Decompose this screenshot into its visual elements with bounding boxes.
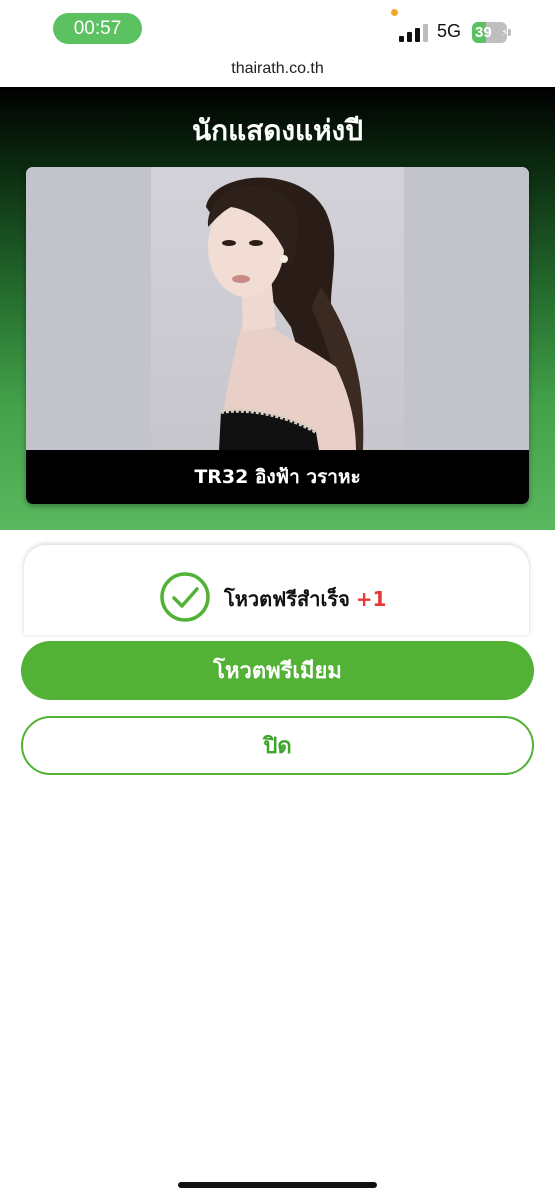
candidate-name: TR32 อิงฟ้า วราหะ	[26, 450, 529, 504]
status-bar: 00:57 5G 39 ⚡	[0, 0, 555, 54]
network-type-label: 5G	[437, 21, 462, 41]
vote-increment: +1	[355, 587, 387, 611]
premium-vote-button[interactable]: โหวตพรีเมียม	[21, 641, 534, 700]
vote-success-message: โหวตฟรีสำเร็จ +1	[224, 583, 386, 615]
portrait-image	[206, 177, 364, 450]
status-time: 00:57	[53, 13, 142, 44]
browser-url[interactable]: thairath.co.th	[0, 60, 555, 78]
award-category-title: นักแสดงแห่งปี	[191, 114, 364, 147]
candidate-photo	[26, 167, 529, 450]
battery-icon: 39 ⚡	[472, 22, 512, 43]
close-button[interactable]: ปิด	[21, 716, 534, 775]
vote-success-label: โหวตฟรีสำเร็จ	[224, 587, 350, 611]
candidate-card: TR32 อิงฟ้า วราหะ	[26, 167, 529, 504]
privacy-indicator-dot	[391, 9, 398, 16]
charging-bolt-icon: ⚡	[501, 26, 507, 39]
check-circle-icon	[160, 572, 210, 622]
cellular-signal-icon	[399, 24, 428, 42]
award-header-section: นักแสดงแห่งปี TR32 อิงฟ้า วราหะ	[0, 87, 555, 530]
home-indicator[interactable]	[178, 1182, 377, 1188]
vote-result-panel: โหวตฟรีสำเร็จ +1	[24, 545, 529, 635]
battery-percent: 39	[475, 24, 492, 41]
